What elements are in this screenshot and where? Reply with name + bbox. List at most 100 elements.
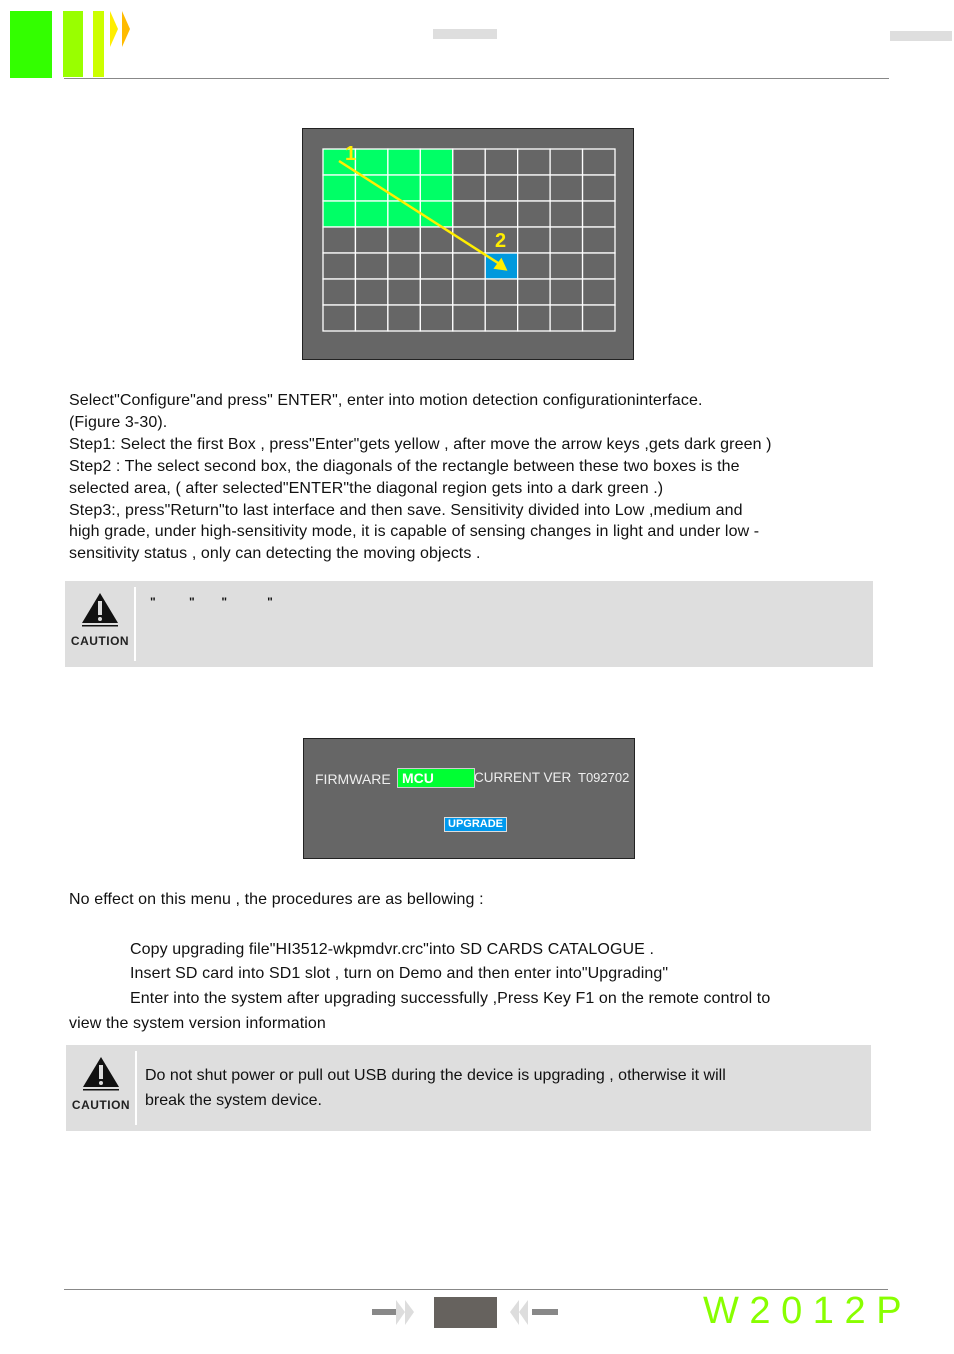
grid-cell[interactable] bbox=[581, 226, 616, 254]
divider bbox=[135, 1051, 137, 1125]
grid-cell[interactable] bbox=[549, 252, 584, 280]
grid-cell[interactable] bbox=[549, 148, 584, 176]
back-arrow-icon bbox=[510, 1300, 558, 1325]
caution-text: " " " " bbox=[150, 595, 273, 609]
grid-cell[interactable] bbox=[549, 174, 584, 202]
grid-cell[interactable] bbox=[581, 304, 616, 332]
grid-cell[interactable] bbox=[322, 252, 357, 280]
grid-cell[interactable] bbox=[484, 174, 519, 202]
grid-cell[interactable] bbox=[354, 226, 389, 254]
caution-box: CAUTION " " " " bbox=[65, 581, 873, 667]
grid-cell[interactable] bbox=[517, 148, 551, 176]
grid-cell[interactable] bbox=[387, 278, 421, 306]
grid-cell[interactable] bbox=[517, 252, 551, 280]
header-placeholder bbox=[433, 29, 497, 39]
grid-cell[interactable] bbox=[387, 226, 421, 254]
instruction-line: (Figure 3-30). bbox=[69, 413, 168, 431]
grid-cell[interactable] bbox=[387, 174, 421, 202]
upgrade-step: Copy upgrading file"HI3512-wkpmdvr.crc"i… bbox=[130, 941, 655, 958]
grid-cell[interactable] bbox=[452, 148, 486, 176]
grid-cell[interactable] bbox=[549, 278, 584, 306]
grid-cell[interactable] bbox=[549, 304, 584, 332]
firmware-label: FIRMWARE bbox=[315, 771, 391, 787]
firmware-select[interactable]: MCU bbox=[397, 768, 475, 788]
grid-cell[interactable] bbox=[517, 200, 551, 228]
page-number-box bbox=[434, 1297, 497, 1328]
upgrade-step: Insert SD card into SD1 slot , turn on D… bbox=[130, 965, 669, 982]
caution-label: CAUTION bbox=[71, 1098, 131, 1112]
grid-cell[interactable] bbox=[452, 200, 486, 228]
brand-bar-3 bbox=[93, 11, 104, 77]
box-label-2: 2 bbox=[495, 230, 507, 252]
caution-icon: CAUTION bbox=[71, 1055, 131, 1112]
grid-cell[interactable] bbox=[484, 148, 519, 176]
model-name: W 2 0 1 2 P bbox=[703, 1290, 902, 1332]
grid-cell[interactable] bbox=[387, 200, 421, 228]
caution-box-upgrade: CAUTION Do not shut power or pull out US… bbox=[66, 1045, 871, 1131]
grid-cell[interactable] bbox=[322, 278, 357, 306]
grid-cell[interactable] bbox=[354, 148, 389, 176]
grid-cell[interactable] bbox=[484, 200, 519, 228]
divider bbox=[134, 587, 136, 661]
grid-cell[interactable] bbox=[484, 278, 519, 306]
brand-bar-1 bbox=[10, 11, 52, 78]
instruction-line: Step1: Select the first Box , press"Ente… bbox=[69, 435, 772, 453]
grid-cell[interactable] bbox=[419, 174, 454, 202]
grid-cell[interactable] bbox=[581, 200, 616, 228]
manual-page: 1 2 Select"Configure"and press" ENTER", … bbox=[0, 0, 954, 1354]
grid-cell[interactable] bbox=[452, 252, 486, 280]
grid-cell[interactable] bbox=[322, 174, 357, 202]
grid-cell[interactable] bbox=[549, 200, 584, 228]
motion-detection-figure: 1 2 bbox=[302, 128, 634, 360]
grid-cell[interactable] bbox=[419, 278, 454, 306]
grid-cell[interactable] bbox=[354, 304, 389, 332]
grid-cell[interactable] bbox=[549, 226, 584, 254]
box-label-1: 1 bbox=[345, 143, 357, 165]
grid-cell[interactable] bbox=[581, 278, 616, 306]
instruction-line: selected area, ( after selected"ENTER"th… bbox=[69, 479, 664, 497]
caution-label: CAUTION bbox=[70, 634, 130, 648]
header-placeholder-right bbox=[890, 31, 952, 41]
grid-cell[interactable] bbox=[419, 252, 454, 280]
instruction-line: high grade, under high-sensitivity mode,… bbox=[69, 523, 760, 541]
grid-cell[interactable] bbox=[387, 148, 421, 176]
brand-bar-2 bbox=[63, 11, 83, 77]
instruction-line: sensitivity status , only can detecting … bbox=[69, 545, 481, 563]
grid-cell[interactable] bbox=[354, 252, 389, 280]
grid-cell[interactable] bbox=[452, 226, 486, 254]
grid-cell[interactable] bbox=[517, 174, 551, 202]
current-ver-label: CURRENT VER bbox=[474, 770, 572, 785]
grid-cell[interactable] bbox=[419, 304, 454, 332]
grid-cell[interactable] bbox=[452, 174, 486, 202]
forward-arrow-icon bbox=[372, 1300, 414, 1325]
upgrade-step: Enter into the system after upgrading su… bbox=[130, 990, 771, 1007]
instruction-line: Step3:, press"Return"to last interface a… bbox=[69, 501, 743, 519]
grid-cell[interactable] bbox=[581, 252, 616, 280]
current-ver-value: T092702 bbox=[578, 770, 630, 785]
header-rule bbox=[64, 78, 889, 79]
grid-cell[interactable] bbox=[517, 278, 551, 306]
grid-cell[interactable] bbox=[322, 304, 357, 332]
brand-chevron-icon bbox=[110, 11, 130, 47]
grid-cell[interactable] bbox=[484, 304, 519, 332]
grid-cell[interactable] bbox=[322, 200, 357, 228]
grid-cell[interactable] bbox=[387, 252, 421, 280]
procedure-intro: No effect on this menu , the procedures … bbox=[69, 891, 484, 908]
step-continuation: view the system version information bbox=[69, 1015, 326, 1032]
upgrade-button[interactable]: UPGRADE bbox=[444, 817, 508, 832]
grid-cell[interactable] bbox=[419, 148, 454, 176]
grid-cell[interactable] bbox=[322, 226, 357, 254]
grid-cell[interactable] bbox=[581, 148, 616, 176]
grid-cell[interactable] bbox=[354, 278, 389, 306]
grid-cell[interactable] bbox=[452, 304, 486, 332]
caution-text-line: break the system device. bbox=[145, 1092, 322, 1109]
grid-cell[interactable] bbox=[354, 200, 389, 228]
grid-cell[interactable] bbox=[581, 174, 616, 202]
caution-icon: CAUTION bbox=[70, 591, 130, 648]
grid-cell[interactable] bbox=[387, 304, 421, 332]
grid-cell[interactable] bbox=[517, 304, 551, 332]
instruction-line: Step2 : The select second box, the diago… bbox=[69, 457, 740, 475]
grid-cell[interactable] bbox=[517, 226, 551, 254]
grid-cell[interactable] bbox=[452, 278, 486, 306]
firmware-upgrade-figure: FIRMWARE MCU CURRENT VER T092702 UPGRADE bbox=[303, 738, 635, 859]
